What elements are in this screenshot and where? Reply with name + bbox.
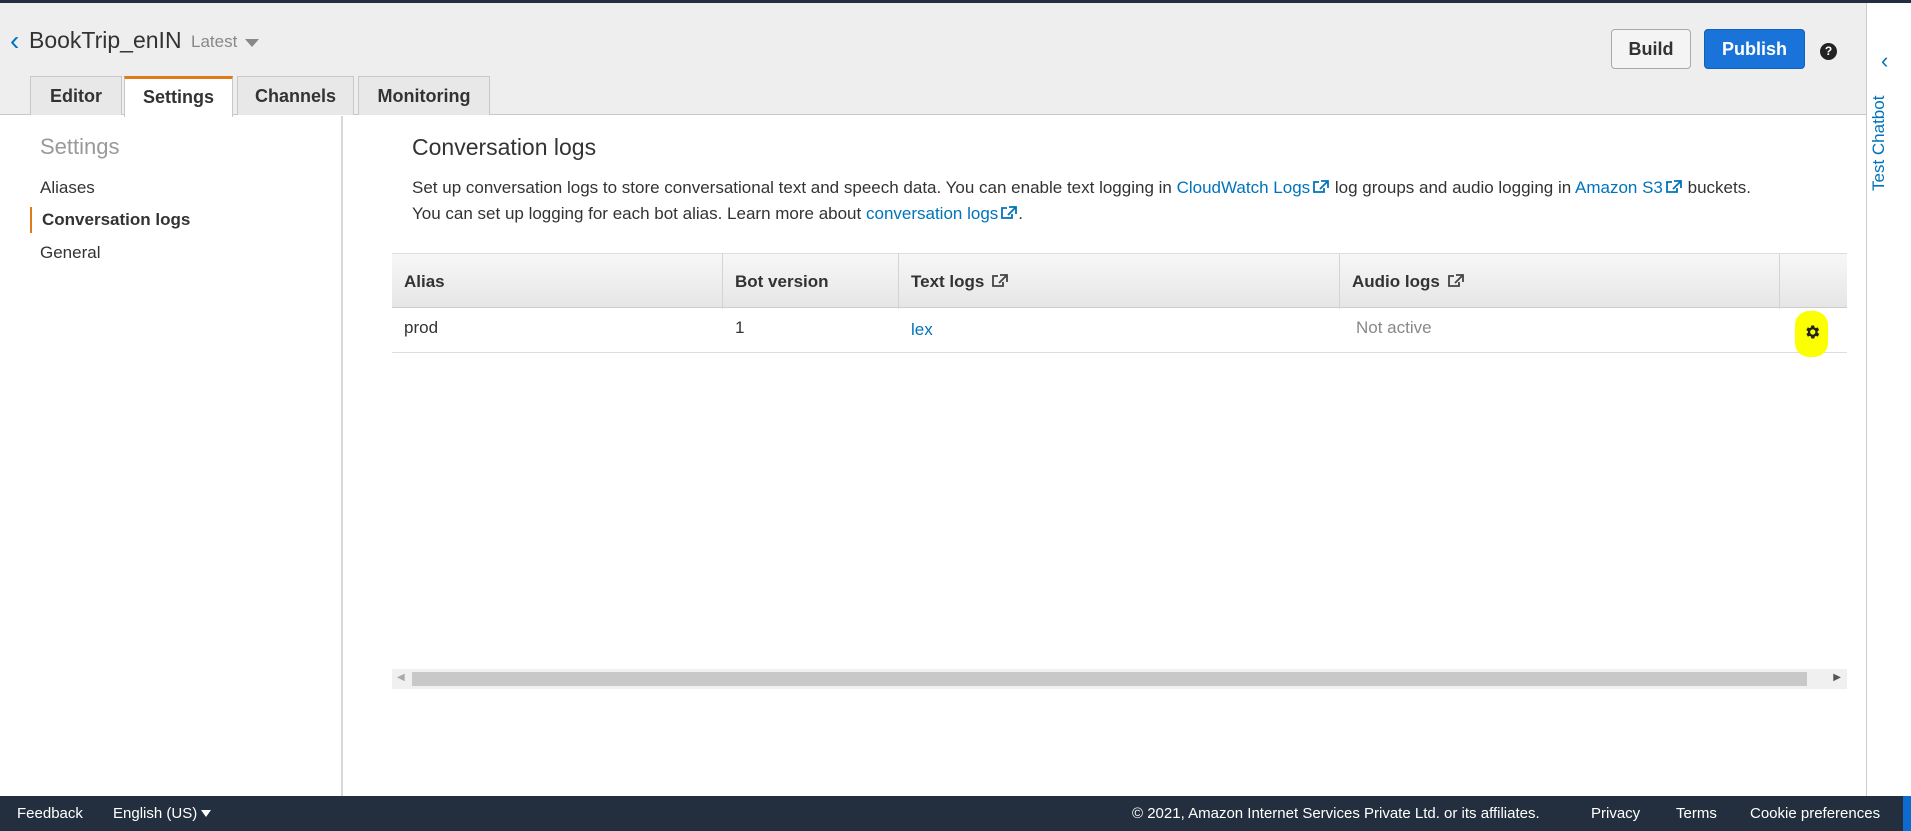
expand-chevron-icon[interactable]: ‹ xyxy=(1881,48,1888,74)
help-icon[interactable]: ? xyxy=(1820,43,1837,60)
description-line-1: Set up conversation logs to store conver… xyxy=(412,178,1832,198)
build-button[interactable]: Build xyxy=(1611,29,1691,69)
tab-settings[interactable]: Settings xyxy=(124,76,233,117)
cell-bot-version: 1 xyxy=(735,318,745,337)
settings-gear-button[interactable] xyxy=(1795,311,1828,357)
cloudwatch-logs-link[interactable]: CloudWatch Logs xyxy=(1177,178,1331,197)
horizontal-scrollbar[interactable]: ◀ ▶ xyxy=(392,669,1847,689)
test-chatbot-toggle[interactable]: Test Chatbot xyxy=(1869,91,1909,191)
column-header-label: Text logs xyxy=(911,272,985,291)
desc-text: . xyxy=(1018,204,1024,223)
cell-audio-logs: Not active xyxy=(1356,318,1432,337)
sidebar-item-general[interactable]: General xyxy=(40,243,100,263)
caret-down-icon xyxy=(201,810,212,817)
footer-edge xyxy=(1903,796,1911,831)
settings-sidebar: Settings Aliases Conversation logs Gener… xyxy=(0,116,343,796)
desc-text: Set up conversation logs to store conver… xyxy=(412,178,1172,197)
tab-monitoring[interactable]: Monitoring xyxy=(358,76,490,115)
cookie-preferences-link[interactable]: Cookie preferences xyxy=(1750,805,1880,822)
desc-text: log groups and audio logging in xyxy=(1334,178,1572,197)
tab-editor[interactable]: Editor xyxy=(30,76,122,115)
table-row: prod 1 lex Not active xyxy=(392,309,1847,357)
page-title: Conversation logs xyxy=(412,134,597,160)
column-header-text-logs: Text logs xyxy=(899,254,1340,309)
scroll-left-icon[interactable]: ◀ xyxy=(397,672,405,683)
external-link-icon xyxy=(1447,274,1464,287)
scrollbar-thumb[interactable] xyxy=(412,672,1807,686)
external-link-icon xyxy=(1313,180,1330,193)
desc-text: You can set up logging for each bot alia… xyxy=(412,204,862,223)
sidebar-title: Settings xyxy=(40,134,120,159)
column-header-bot-version: Bot version xyxy=(723,254,899,309)
cell-alias: prod xyxy=(404,318,439,337)
table-header: Alias Bot version Text logs Audio logs xyxy=(392,253,1847,309)
gear-icon xyxy=(1806,325,1820,339)
column-header-alias: Alias xyxy=(392,254,723,309)
conversation-logs-link-label: conversation logs xyxy=(865,204,999,223)
feedback-link[interactable]: Feedback xyxy=(17,805,83,822)
desc-text: buckets. xyxy=(1687,178,1751,197)
amazon-s3-link[interactable]: Amazon S3 xyxy=(1575,178,1683,197)
description-line-2: You can set up logging for each bot alia… xyxy=(412,204,1832,224)
language-selector[interactable]: English (US) xyxy=(113,805,212,822)
conversation-logs-link[interactable]: conversation logs xyxy=(866,204,1018,223)
sidebar-item-aliases[interactable]: Aliases xyxy=(40,178,95,198)
column-header-audio-logs: Audio logs xyxy=(1340,254,1780,309)
tab-channels[interactable]: Channels xyxy=(237,76,354,115)
external-link-icon xyxy=(1001,206,1018,219)
footer: Feedback English (US) © 2021, Amazon Int… xyxy=(0,796,1911,831)
terms-link[interactable]: Terms xyxy=(1676,805,1717,822)
external-link-icon xyxy=(992,274,1009,287)
scroll-right-icon[interactable]: ▶ xyxy=(1833,672,1841,683)
copyright-text: © 2021, Amazon Internet Services Private… xyxy=(1132,805,1540,822)
column-header-label: Alias xyxy=(404,272,445,291)
caret-down-icon[interactable] xyxy=(245,39,259,47)
external-link-icon xyxy=(1665,180,1682,193)
amazon-s3-link-label: Amazon S3 xyxy=(1575,178,1663,197)
column-header-label: Bot version xyxy=(735,272,829,291)
column-header-label: Audio logs xyxy=(1352,272,1440,291)
text-logs-link[interactable]: lex xyxy=(899,311,933,355)
bot-name: BookTrip_enIN xyxy=(29,27,182,53)
language-label: English (US) xyxy=(113,805,198,822)
column-header-actions xyxy=(1780,254,1847,309)
publish-button[interactable]: Publish xyxy=(1704,29,1805,69)
bot-header: ‹ BookTrip_enIN Latest Editor Settings C… xyxy=(0,3,1866,117)
sidebar-item-conversation-logs[interactable]: Conversation logs xyxy=(42,210,190,230)
privacy-link[interactable]: Privacy xyxy=(1591,805,1640,822)
active-indicator xyxy=(30,207,32,233)
cloudwatch-logs-link-label: CloudWatch Logs xyxy=(1176,178,1311,197)
test-chatbot-panel: ‹ Test Chatbot xyxy=(1866,3,1911,796)
back-chevron-icon[interactable]: ‹ xyxy=(10,27,19,55)
version-dropdown[interactable]: Latest xyxy=(191,32,237,52)
